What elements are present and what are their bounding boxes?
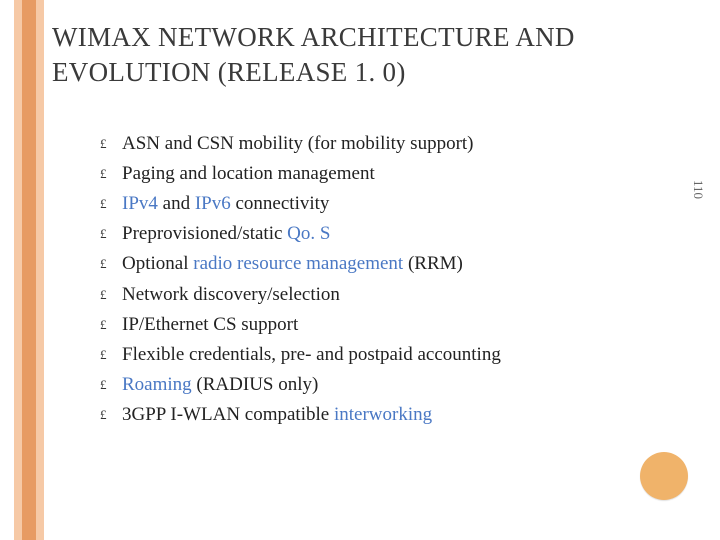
list-item-text: Preprovisioned/static Qo. S [122,220,660,248]
hyperlink-text[interactable]: interworking [334,404,432,425]
bullet-icon: £ [100,134,122,153]
hyperlink-text[interactable]: IPv4 [122,193,158,214]
list-item-text: 3GPP I-WLAN compatible interworking [122,401,660,429]
list-item: £IP/Ethernet CS support [100,311,660,339]
list-item: £IPv4 and IPv6 connectivity [100,190,660,218]
bullet-icon: £ [100,164,122,183]
decorative-circle-icon [640,452,688,500]
text-run: and [158,193,195,214]
text-run: Preprovisioned/static [122,223,287,244]
list-item-text: IPv4 and IPv6 connectivity [122,190,660,218]
text-run: 3GPP I-WLAN compatible [122,404,334,425]
list-item: £Paging and location management [100,160,660,188]
text-run: Optional [122,253,193,274]
hyperlink-text[interactable]: radio resource management [193,253,403,274]
text-run: Network discovery/selection [122,284,340,305]
text-run: Paging and location management [122,163,375,184]
list-item: £Flexible credentials, pre- and postpaid… [100,341,660,369]
text-run: connectivity [231,193,330,214]
hyperlink-text[interactable]: Qo. S [287,223,330,244]
list-item-text: Paging and location management [122,160,660,188]
bullet-icon: £ [100,254,122,273]
text-run: Flexible credentials, pre- and postpaid … [122,344,501,365]
bullet-icon: £ [100,194,122,213]
bullet-icon: £ [100,375,122,394]
list-item-text: ASN and CSN mobility (for mobility suppo… [122,130,660,158]
bullet-icon: £ [100,315,122,334]
text-run: (RRM) [403,253,463,274]
bullet-icon: £ [100,285,122,304]
text-run: (RADIUS only) [192,374,319,395]
list-item-text: Optional radio resource management (RRM) [122,250,660,278]
list-item: £3GPP I-WLAN compatible interworking [100,401,660,429]
list-item-text: Roaming (RADIUS only) [122,371,660,399]
bullet-icon: £ [100,405,122,424]
accent-stripe-inner [22,0,36,540]
list-item: £ASN and CSN mobility (for mobility supp… [100,130,660,158]
hyperlink-text[interactable]: IPv6 [195,193,231,214]
hyperlink-text[interactable]: Roaming [122,374,192,395]
page-number: 110 [690,180,706,199]
list-item: £Roaming (RADIUS only) [100,371,660,399]
list-item: £Preprovisioned/static Qo. S [100,220,660,248]
bullet-icon: £ [100,224,122,243]
text-run: ASN and CSN mobility (for mobility suppo… [122,133,474,154]
list-item-text: Network discovery/selection [122,281,660,309]
bullet-list: £ASN and CSN mobility (for mobility supp… [100,130,660,431]
slide-title: WIMAX NETWORK ARCHITECTURE AND EVOLUTION… [52,20,692,89]
bullet-icon: £ [100,345,122,364]
text-run: IP/Ethernet CS support [122,314,298,335]
list-item-text: IP/Ethernet CS support [122,311,660,339]
list-item: £Network discovery/selection [100,281,660,309]
list-item-text: Flexible credentials, pre- and postpaid … [122,341,660,369]
list-item: £Optional radio resource management (RRM… [100,250,660,278]
